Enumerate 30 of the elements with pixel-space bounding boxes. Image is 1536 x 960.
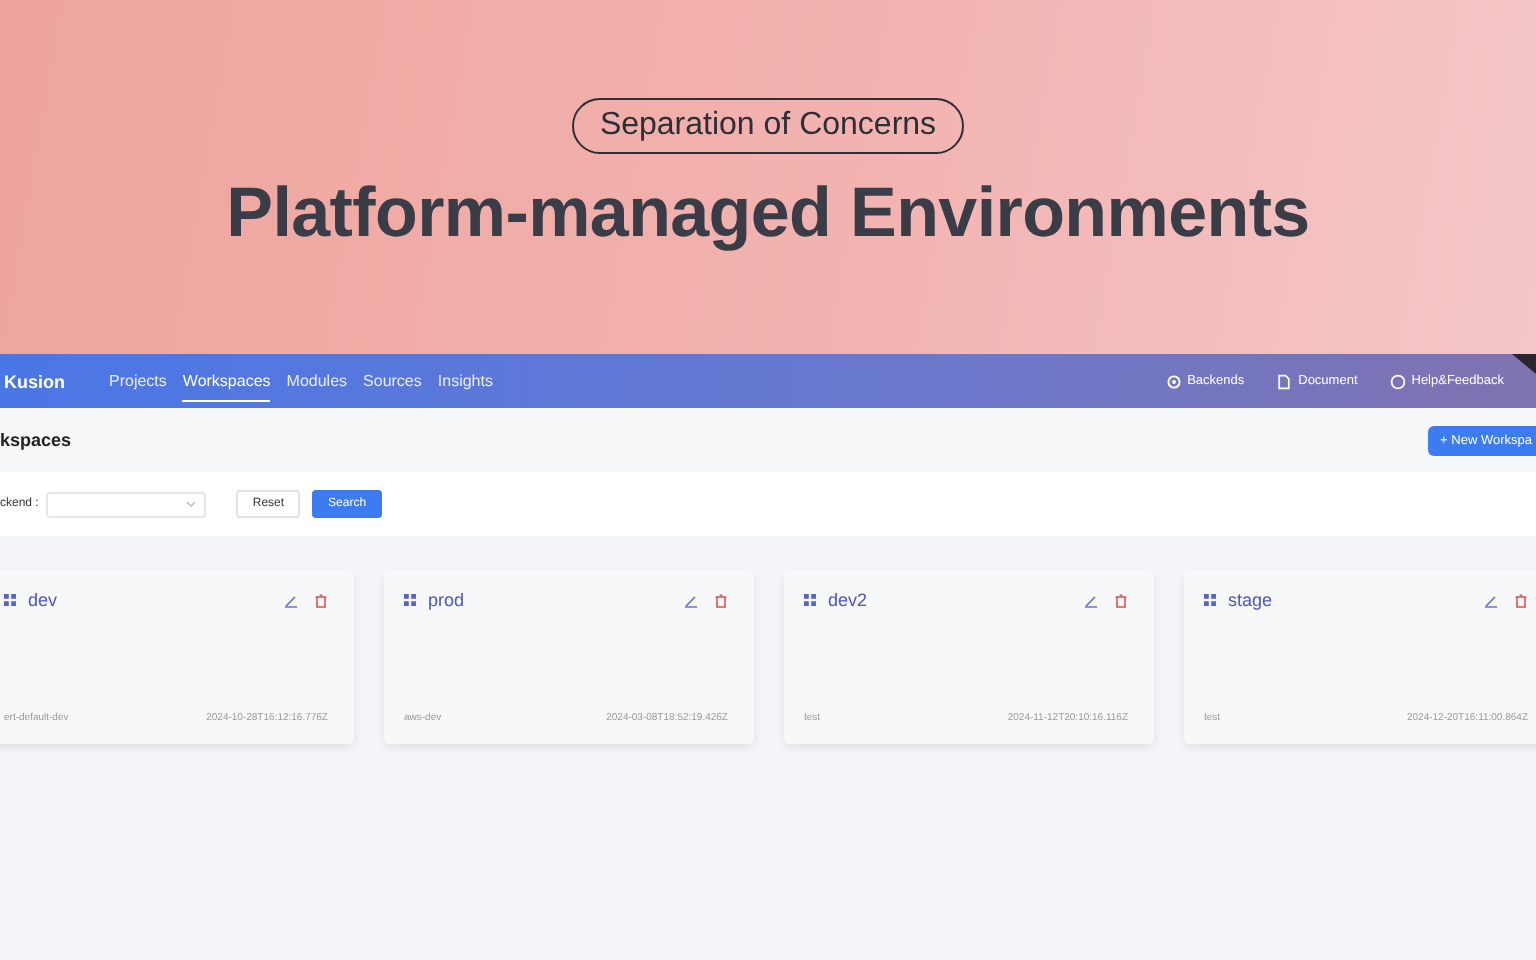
tag-label: Separation of Concerns [571,98,965,154]
chevron-down-icon [186,500,197,508]
delete-icon[interactable] [714,593,728,607]
help-icon [1389,373,1406,389]
logo-text: Kusion [4,371,65,391]
workspace-name[interactable]: dev2 [828,590,868,610]
nav-tab[interactable]: Projects [109,361,167,401]
headline: Platform-managed Environments [226,174,1310,254]
delete-icon[interactable] [314,593,328,607]
delete-icon[interactable] [1114,593,1128,607]
edit-icon[interactable] [284,593,298,607]
nav-tab[interactable]: Workspaces [182,361,271,401]
document-icon [1276,373,1293,389]
page-title: kspaces [0,430,72,450]
grid-icon [1204,594,1216,606]
grid-icon [4,594,16,606]
workspace-name[interactable]: dev [28,590,58,610]
nav-tab[interactable]: Modules [286,361,348,401]
workspace-name[interactable]: stage [1228,590,1273,610]
grid-icon [804,594,816,606]
gear-icon [1165,373,1182,389]
workspace-name[interactable]: prod [428,590,465,610]
edit-icon[interactable] [684,593,698,607]
grid-icon [404,594,416,606]
delete-icon[interactable] [1514,593,1528,607]
nav-tab[interactable]: Sources [363,361,422,401]
edit-icon[interactable] [1484,593,1498,607]
corner-shape [1512,354,1536,374]
edit-icon[interactable] [1084,593,1098,607]
nav-tab[interactable]: Insights [437,361,493,401]
